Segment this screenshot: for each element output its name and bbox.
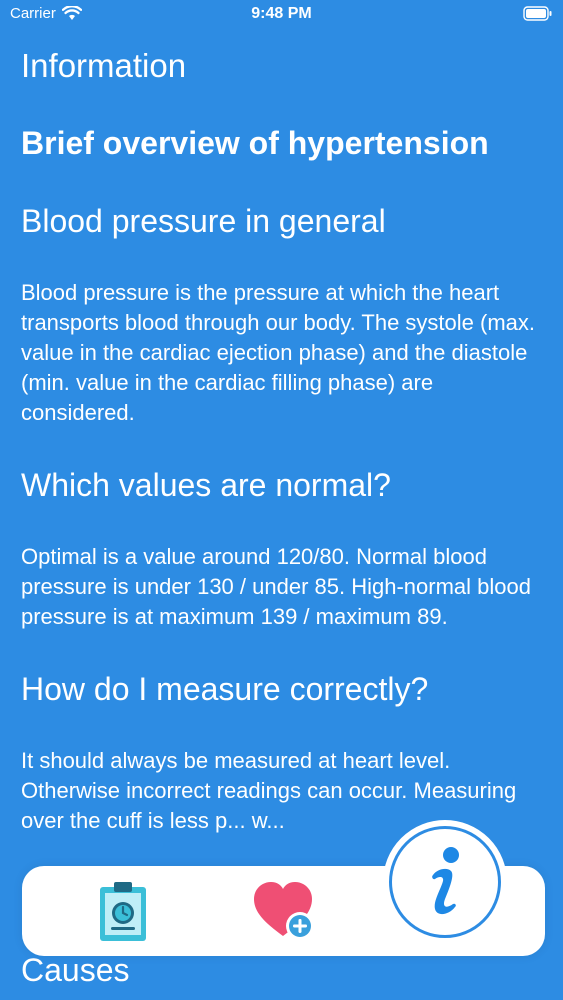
section-text-blood-pressure: Blood pressure is the pressure at which … (21, 280, 536, 425)
tab-diary[interactable] (88, 876, 158, 946)
info-icon (432, 847, 459, 915)
section-text-measure: It should always be measured at heart le… (21, 748, 517, 833)
info-content: Information Brief overview of hypertensi… (21, 44, 551, 836)
section-heading-measure: How do I measure correctly? (21, 671, 429, 707)
section-heading-causes: Causes (21, 952, 130, 988)
section-heading-normal-values: Which values are normal? (21, 467, 391, 503)
page-title: Information (21, 47, 187, 84)
section-text-normal-values: Optimal is a value around 120/80. Normal… (21, 544, 531, 629)
info-tab-inner (392, 829, 498, 935)
page-subtitle: Brief overview of hypertension (21, 125, 489, 161)
clipboard-clock-icon (100, 882, 146, 941)
status-bar: Carrier 9:48 PM (0, 0, 563, 30)
tab-add-measurement[interactable] (250, 876, 320, 946)
heart-plus-icon (254, 882, 314, 940)
section-heading-blood-pressure: Blood pressure in general (21, 203, 386, 239)
battery-icon (523, 6, 553, 27)
tab-information[interactable] (383, 820, 507, 944)
clock-time: 9:48 PM (251, 5, 312, 22)
